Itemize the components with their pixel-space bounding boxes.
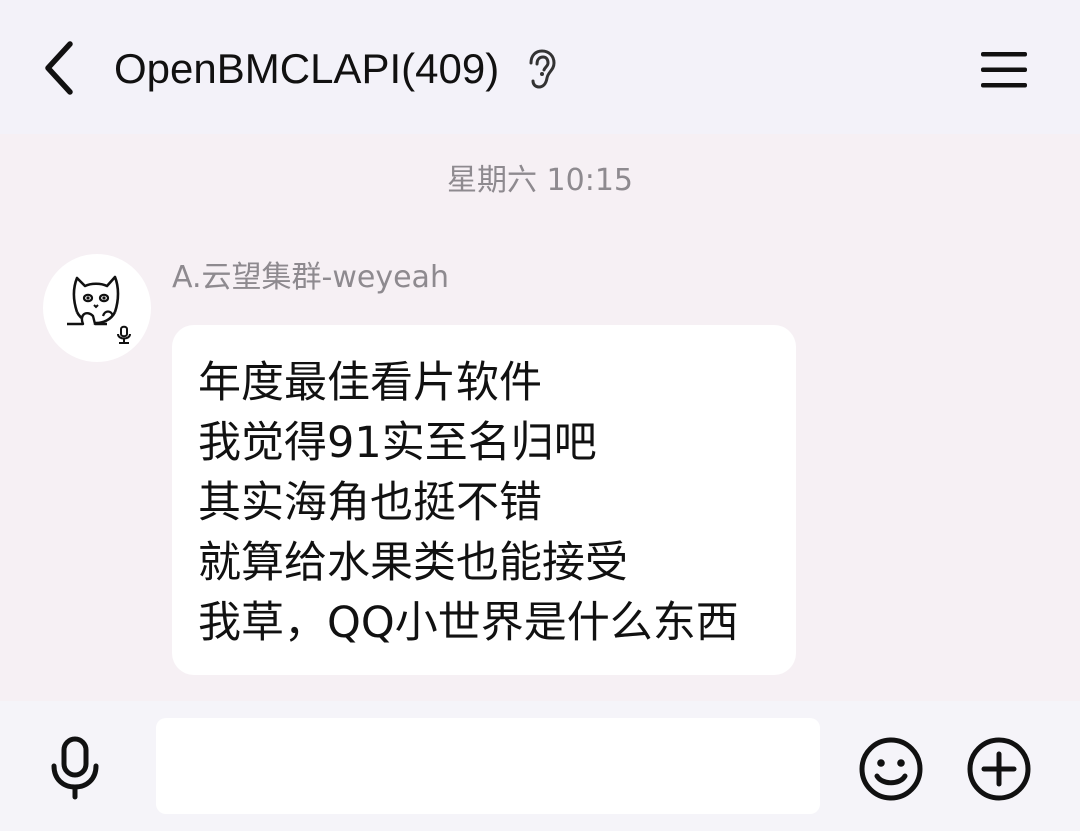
message-input[interactable] xyxy=(156,718,820,814)
chat-title[interactable]: OpenBMCLAPI(409) xyxy=(114,40,499,98)
message-bubble[interactable]: 年度最佳看片软件 我觉得91实至名归吧 其实海角也挺不错 就算给水果类也能接受 … xyxy=(172,325,796,675)
smiley-icon xyxy=(859,737,923,801)
message-line: 我草，QQ小世界是什么东西 xyxy=(198,598,739,648)
chat-header: OpenBMCLAPI(409) xyxy=(0,0,1080,134)
voice-button[interactable] xyxy=(38,734,112,802)
plus-circle-icon xyxy=(967,737,1031,801)
menu-button[interactable] xyxy=(970,40,1038,100)
more-actions-button[interactable] xyxy=(964,734,1034,804)
back-button[interactable] xyxy=(28,34,92,102)
avatar[interactable] xyxy=(43,254,151,362)
ear-icon xyxy=(529,49,556,89)
message-line: 其实海角也挺不错 xyxy=(198,478,542,528)
message-line: 年度最佳看片软件 xyxy=(198,358,542,408)
microphone-icon xyxy=(51,736,99,800)
message-timestamp: 星期六 10:15 xyxy=(447,163,633,198)
emoji-button[interactable] xyxy=(856,734,926,804)
cat-avatar-icon xyxy=(67,275,131,344)
sender-name[interactable]: A.云望集群-weyeah xyxy=(172,256,449,300)
message-line: 就算给水果类也能接受 xyxy=(198,538,628,588)
chevron-left-icon xyxy=(45,41,73,95)
hamburger-menu-icon xyxy=(981,52,1027,88)
message-line: 我觉得91实至名归吧 xyxy=(198,418,597,468)
